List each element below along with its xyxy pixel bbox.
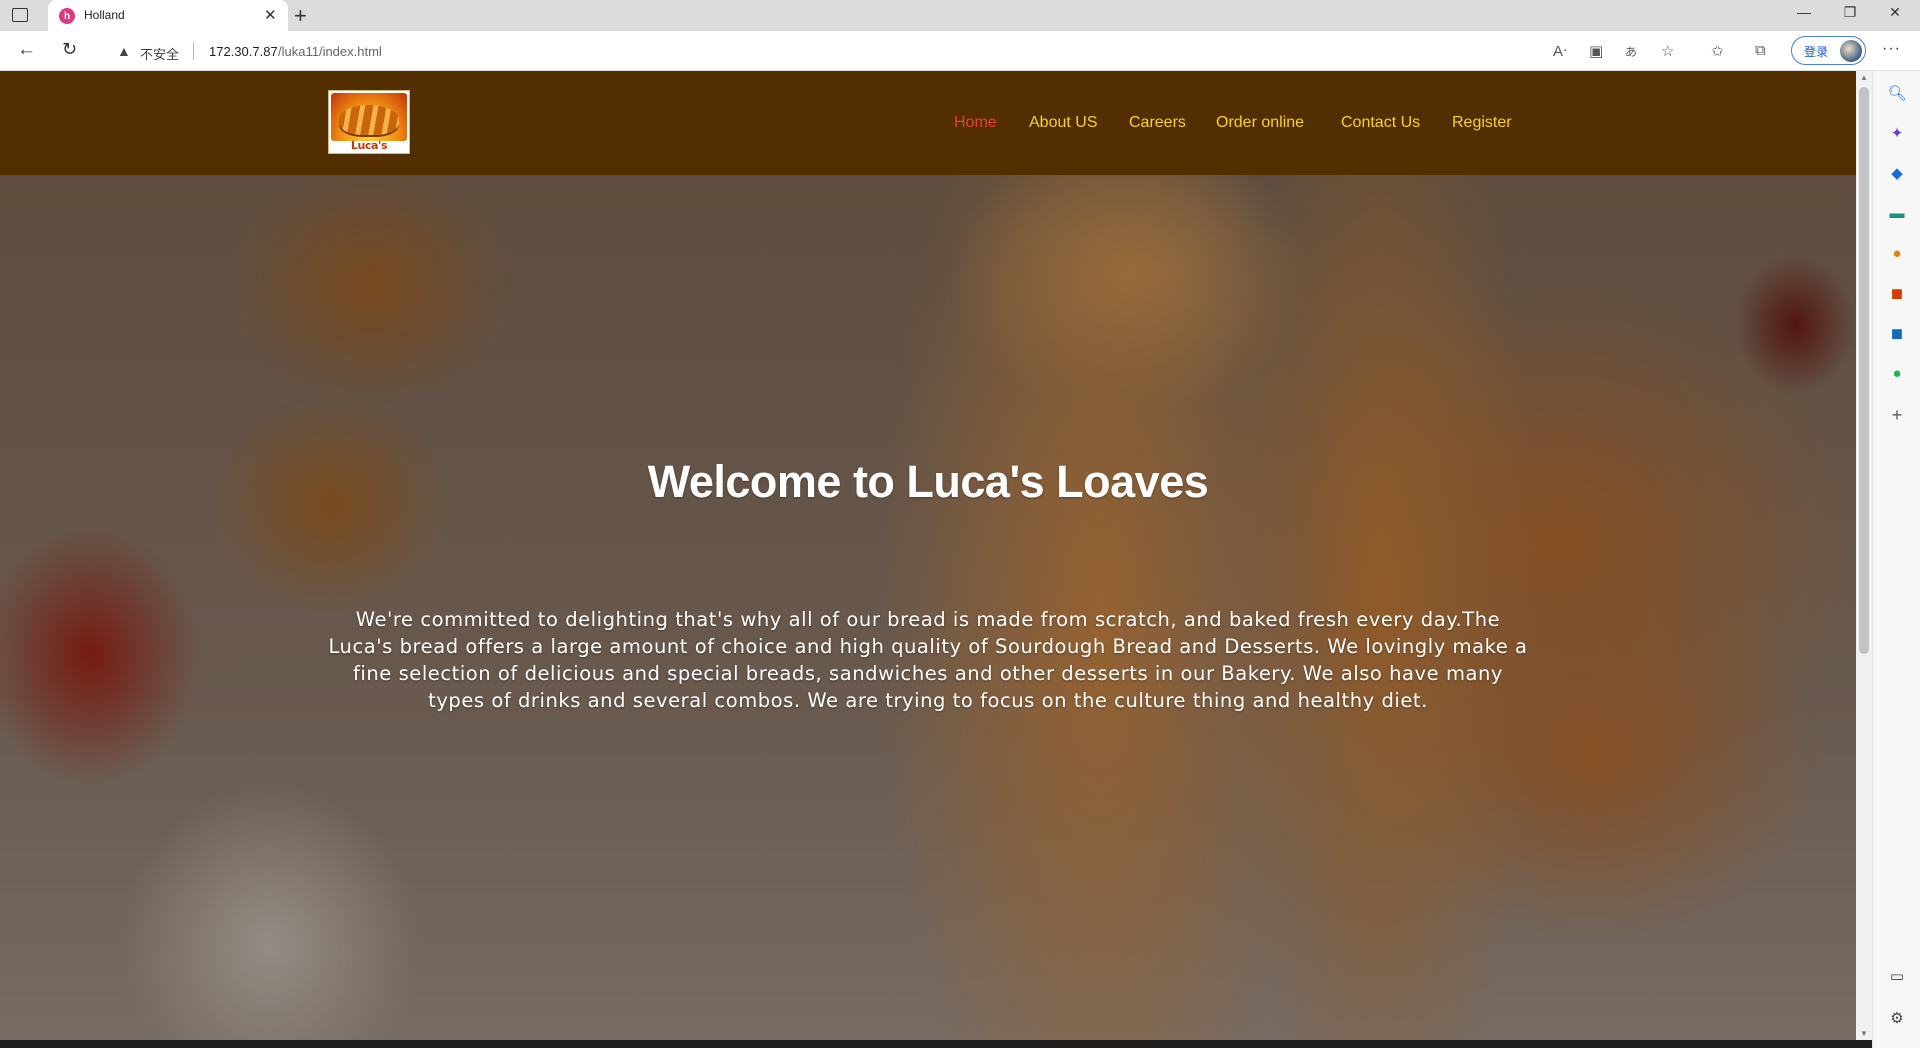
browser-sidebar: 🔍︎ ✦ ◆ ▬ ● ◼ ◼ ● + ▭ ⚙ (1872, 71, 1920, 1048)
close-tab-icon[interactable]: ✕ (264, 6, 277, 24)
nav-about-us[interactable]: About US (1029, 114, 1097, 132)
more-icon[interactable]: ··· (1882, 40, 1901, 58)
url-path: /luka11/index.html (278, 44, 382, 59)
scroll-up-icon[interactable]: ▲ (1860, 73, 1868, 82)
nav-home[interactable]: Home (954, 114, 997, 132)
url-field[interactable]: ▲ 不安全 172.30.7.87 /luka11/index.html (99, 35, 1676, 67)
favorites-icon[interactable]: ✩ (1711, 42, 1724, 60)
hero-description: We're committed to delighting that's why… (328, 608, 1528, 712)
favicon-icon: h (59, 8, 75, 24)
url-host: 172.30.7.87 (209, 44, 278, 59)
url-divider (193, 42, 194, 60)
collections-icon[interactable]: ⧉ (1755, 42, 1766, 59)
nav-careers[interactable]: Careers (1129, 114, 1186, 132)
minimize-icon[interactable]: — (1789, 4, 1819, 20)
translate-icon[interactable]: あ (1625, 43, 1637, 60)
read-aloud-icon[interactable]: Aᐧ (1553, 42, 1567, 60)
office-icon[interactable]: ◼ (1887, 283, 1907, 303)
refresh-icon[interactable]: ↻ (62, 39, 77, 60)
split-screen-icon[interactable]: ▭ (1887, 966, 1907, 986)
page-viewport: Luca's Loaves Home About US Careers Orde… (0, 71, 1856, 1040)
restore-icon[interactable]: ❐ (1835, 4, 1865, 21)
nav-register[interactable]: Register (1452, 114, 1512, 132)
settings-icon[interactable]: ⚙ (1887, 1008, 1907, 1028)
tab-title: Holland (84, 8, 125, 22)
add-icon[interactable]: + (1887, 405, 1907, 425)
toolbox-icon[interactable]: ▬ (1887, 203, 1907, 223)
games-icon[interactable]: ● (1887, 243, 1907, 263)
taskbar-strip (0, 1040, 1872, 1048)
login-label: 登录 (1804, 45, 1829, 59)
login-button[interactable]: 登录 (1791, 36, 1866, 65)
tab-actions-icon[interactable] (12, 8, 28, 22)
browser-address-bar: ← ↻ ▲ 不安全 172.30.7.87 /luka11/index.html… (0, 31, 1920, 71)
page-scrollbar[interactable]: ▲ ▼ (1856, 71, 1872, 1040)
tag-icon[interactable]: ◆ (1887, 163, 1907, 183)
search-icon[interactable]: 🔍︎ (1887, 83, 1907, 103)
browser-tab[interactable]: h Holland ✕ (48, 0, 288, 31)
immersive-reader-icon[interactable]: ▣ (1589, 42, 1603, 60)
hero-title: Welcome to Luca's Loaves (647, 456, 1209, 507)
warning-icon[interactable]: ▲ (117, 43, 131, 59)
browser-tab-bar: h Holland ✕ + — ❐ ✕ (0, 0, 1920, 31)
logo-text: Luca's Loaves (349, 139, 390, 153)
nav-order-online[interactable]: Order online (1216, 114, 1304, 132)
site-header: Luca's Loaves Home About US Careers Orde… (0, 71, 1856, 175)
spotify-icon[interactable]: ● (1887, 363, 1907, 383)
scroll-thumb[interactable] (1859, 87, 1869, 654)
croissant-icon (339, 105, 399, 135)
new-tab-icon[interactable]: + (294, 3, 307, 29)
close-window-icon[interactable]: ✕ (1880, 4, 1910, 21)
nav-contact-us[interactable]: Contact Us (1341, 114, 1420, 132)
copilot-icon[interactable]: ✦ (1887, 123, 1907, 143)
hero-section: Welcome to Luca's Loaves We're committed… (0, 175, 1856, 1040)
add-favorite-icon[interactable]: ☆ (1661, 42, 1674, 60)
site-logo[interactable]: Luca's Loaves (328, 90, 410, 154)
scroll-down-icon[interactable]: ▼ (1860, 1029, 1868, 1038)
security-label[interactable]: 不安全 (140, 44, 179, 63)
back-icon[interactable]: ← (17, 39, 36, 61)
outlook-icon[interactable]: ◼ (1887, 323, 1907, 343)
avatar (1840, 40, 1862, 62)
